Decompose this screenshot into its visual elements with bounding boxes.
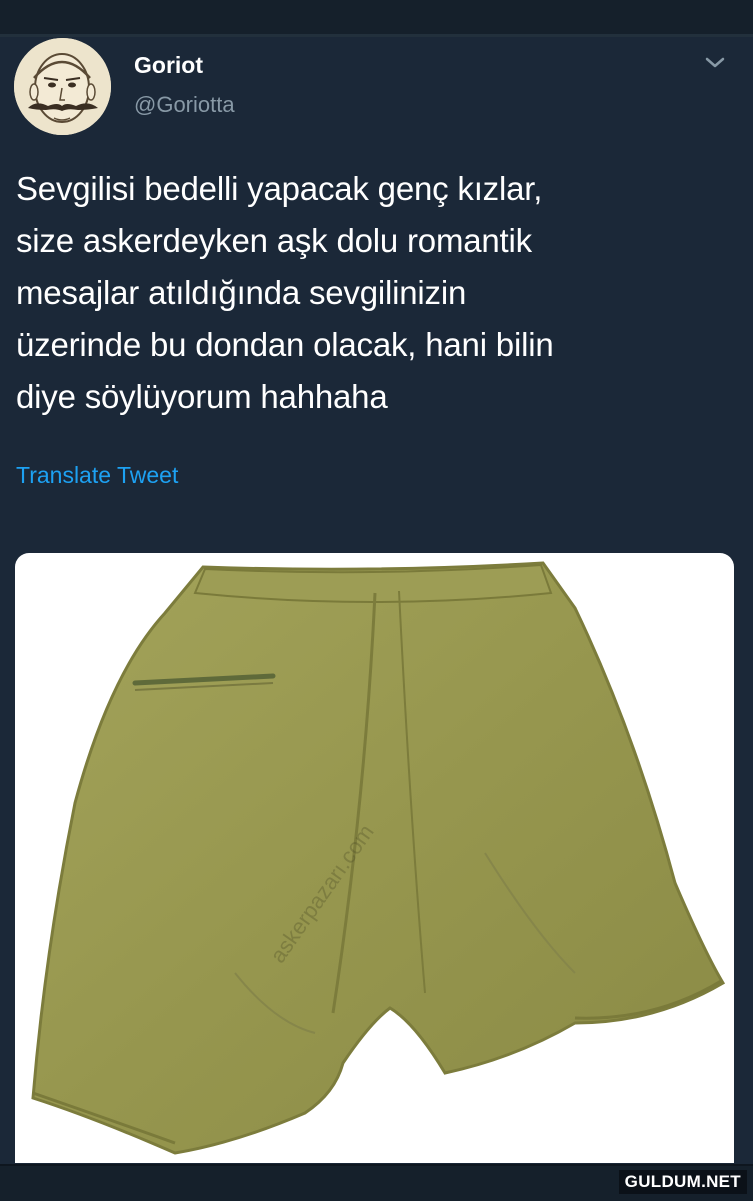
top-bar	[0, 0, 753, 37]
site-watermark-badge: GULDUM.NET	[618, 1170, 747, 1194]
tweet-media-image[interactable]: askerpazarı.com	[15, 553, 734, 1163]
tweet-text: Sevgilisi bedelli yapacak genç kızlar, s…	[16, 170, 554, 415]
shorts-illustration	[31, 561, 726, 1155]
chevron-down-icon[interactable]	[704, 56, 726, 70]
avatar-illustration	[14, 38, 111, 135]
author-handle[interactable]: @Goriotta	[134, 92, 235, 118]
avatar[interactable]	[14, 38, 111, 135]
author-name[interactable]: Goriot	[134, 52, 203, 79]
translate-tweet-link[interactable]: Translate Tweet	[16, 462, 178, 489]
